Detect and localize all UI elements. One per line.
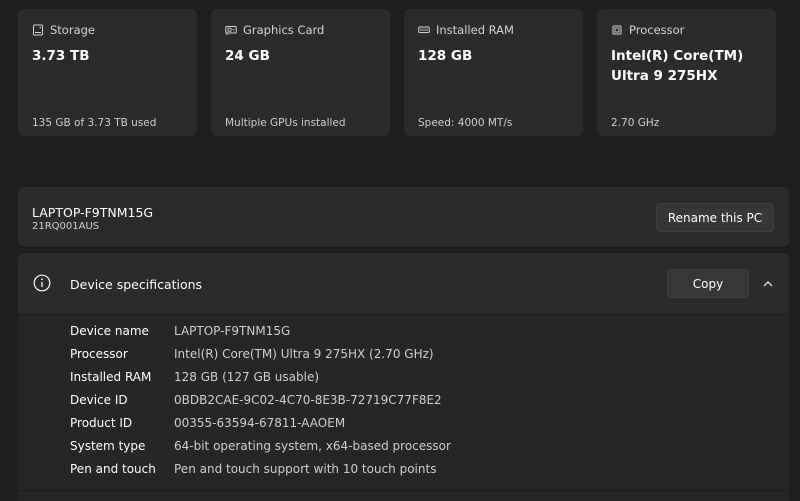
spec-row-pen-and-touch: Pen and touch Pen and touch support with… — [18, 462, 789, 482]
storage-card-sub: 135 GB of 3.73 TB used — [32, 117, 157, 129]
processor-card-header: Processor — [611, 23, 684, 37]
ram-card-sub: Speed: 4000 MT/s — [418, 117, 513, 129]
spec-value: Pen and touch support with 10 touch poin… — [174, 462, 437, 476]
pc-name: LAPTOP-F9TNM15G — [32, 205, 154, 220]
device-specifications-list: Device name LAPTOP-F9TNM15G Processor In… — [18, 315, 789, 501]
spec-value: 00355-63594-67811-AAOEM — [174, 416, 346, 430]
ram-card-value: 128 GB — [418, 48, 473, 64]
ram-card-title: Installed RAM — [436, 23, 514, 37]
graphics-card-title: Graphics Card — [243, 23, 325, 37]
info-icon — [33, 274, 51, 292]
spec-row-processor: Processor Intel(R) Core(TM) Ultra 9 275H… — [18, 347, 789, 367]
spec-label: Device ID — [70, 393, 128, 407]
spec-value: 128 GB (127 GB usable) — [174, 370, 320, 384]
device-specifications-title: Device specifications — [70, 277, 203, 292]
graphics-card-value: 24 GB — [225, 48, 270, 64]
graphics-card-sub: Multiple GPUs installed — [225, 117, 346, 129]
spec-label: Pen and touch — [70, 462, 156, 476]
processor-card[interactable]: Processor Intel(R) Core(TM) Ultra 9 275H… — [597, 9, 776, 136]
rename-pc-button[interactable]: Rename this PC — [656, 203, 774, 232]
graphics-card-icon — [225, 26, 237, 35]
copy-button[interactable]: Copy — [667, 269, 749, 298]
processor-icon — [612, 25, 622, 35]
storage-icon — [33, 24, 43, 36]
spec-value: LAPTOP-F9TNM15G — [174, 324, 291, 338]
spec-label: Installed RAM — [70, 370, 152, 384]
processor-card-sub: 2.70 GHz — [611, 117, 660, 129]
ram-icon — [418, 26, 430, 33]
spec-label: Device name — [70, 324, 149, 338]
divider — [18, 490, 789, 491]
processor-card-value: Intel(R) Core(TM) Ultra 9 275HX — [611, 48, 744, 84]
spec-row-device-id: Device ID 0BDB2CAE-9C02-4C70-8E3B-72719C… — [18, 393, 789, 413]
summary-cards: Storage 3.73 TB 135 GB of 3.73 TB used G… — [18, 9, 776, 136]
spec-value: 0BDB2CAE-9C02-4C70-8E3B-72719C77F8E2 — [174, 393, 442, 407]
spec-row-system-type: System type 64-bit operating system, x64… — [18, 439, 789, 459]
storage-card[interactable]: Storage 3.73 TB 135 GB of 3.73 TB used — [18, 9, 197, 136]
storage-card-header: Storage — [32, 23, 95, 37]
spec-value: Intel(R) Core(TM) Ultra 9 275HX (2.70 GH… — [174, 347, 434, 361]
storage-card-value: 3.73 TB — [32, 48, 90, 64]
chevron-up-icon[interactable] — [762, 278, 774, 290]
ram-card[interactable]: Installed RAM 128 GB Speed: 4000 MT/s — [404, 9, 583, 136]
storage-card-title: Storage — [50, 23, 95, 37]
spec-label: Processor — [70, 347, 128, 361]
graphics-card-header: Graphics Card — [225, 23, 324, 37]
spec-label: System type — [70, 439, 146, 453]
processor-card-title: Processor — [629, 23, 685, 37]
spec-label: Product ID — [70, 416, 133, 430]
graphics-card-card[interactable]: Graphics Card 24 GB Multiple GPUs instal… — [211, 9, 390, 136]
device-specifications-panel: Device specifications Copy Device name L… — [18, 253, 789, 501]
spec-value: 64-bit operating system, x64-based proce… — [174, 439, 451, 453]
spec-row-product-id: Product ID 00355-63594-67811-AAOEM — [18, 416, 789, 436]
pc-name-panel: LAPTOP-F9TNM15G 21RQ001AUS Rename this P… — [18, 187, 789, 248]
spec-row-device-name: Device name LAPTOP-F9TNM15G — [18, 324, 789, 344]
pc-model: 21RQ001AUS — [32, 221, 100, 232]
device-specifications-header[interactable]: Device specifications Copy — [18, 253, 789, 315]
ram-card-header: Installed RAM — [418, 23, 514, 37]
spec-row-installed-ram: Installed RAM 128 GB (127 GB usable) — [18, 370, 789, 390]
